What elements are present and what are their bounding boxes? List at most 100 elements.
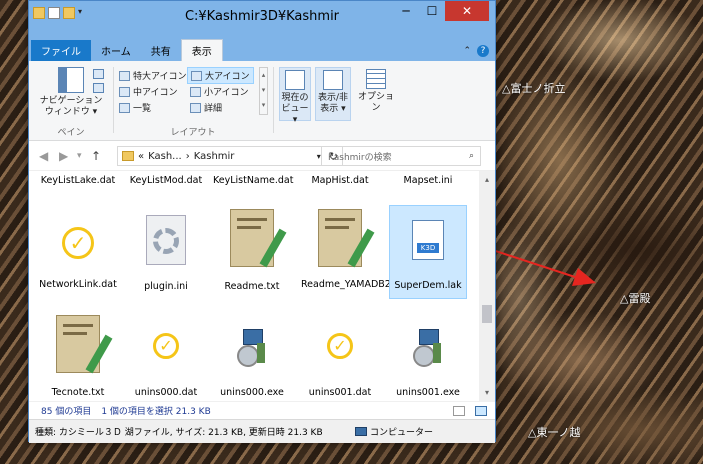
selected-info: 1 個の項目を選択 21.3 KB: [101, 407, 211, 417]
layout-list[interactable]: 一覧: [119, 101, 151, 114]
file-name: Readme.txt: [224, 281, 280, 292]
computer-label: コンピューター: [370, 428, 434, 438]
list-icon: [119, 102, 130, 113]
scroll-thumb[interactable]: [482, 305, 492, 323]
tab-file[interactable]: ファイル: [31, 40, 91, 61]
layout-scroll[interactable]: ▴ ▾ ▾: [259, 67, 268, 115]
preview-pane-icon[interactable]: [93, 69, 104, 79]
norton-check-icon: ✓: [327, 333, 353, 359]
text-document-icon: [318, 209, 375, 268]
file-item[interactable]: MapHist.dat: [301, 175, 379, 186]
text-document-icon: [56, 315, 113, 374]
norton-check-icon: ✓: [62, 227, 94, 259]
tab-home[interactable]: ホーム: [91, 40, 141, 61]
text-document-icon: [230, 209, 287, 268]
computer-icon: [355, 427, 367, 436]
show-hide-button[interactable]: 表示/非 表示 ▾: [315, 67, 351, 121]
navigation-pane-icon: [58, 67, 84, 93]
scroll-down-icon[interactable]: ▾: [479, 388, 495, 397]
file-name: SuperDem.lak: [394, 280, 462, 291]
file-list[interactable]: KeyListLake.dat KeyListMod.dat KeyListNa…: [29, 171, 481, 401]
file-item[interactable]: unins000.exe: [213, 311, 291, 401]
file-name: KeyListMod.dat: [129, 175, 203, 186]
explorer-window: ▾ C:¥Kashmir3D¥Kashmir ─ ☐ ✕ ファイル ホーム 共有…: [28, 0, 496, 443]
layout-extra-large[interactable]: 特大アイコン: [119, 69, 187, 82]
breadcrumb-chevrons: «: [138, 150, 145, 162]
search-placeholder: Kashmirの検索: [328, 152, 392, 163]
file-name: KeyListLake.dat: [40, 175, 116, 186]
file-item-selected[interactable]: K3D SuperDem.lak: [389, 205, 467, 299]
current-view-group: 現在の ビュー ▾ 表示/非 表示 ▾ オプション: [275, 61, 461, 141]
pane-group: ナビゲーション ウィンドウ ▾ ペイン: [29, 61, 113, 141]
help-icon[interactable]: ?: [477, 45, 489, 57]
settings-file-icon: [146, 215, 186, 265]
folder-icon: [122, 151, 134, 161]
extra-large-icons-icon: [119, 70, 130, 81]
file-name: KeyListName.dat: [213, 175, 294, 186]
file-item[interactable]: Tecnote.txt: [39, 311, 117, 401]
layout-large[interactable]: 大アイコン: [187, 67, 254, 84]
file-name: Tecnote.txt: [51, 387, 105, 398]
file-name: unins000.dat: [134, 387, 198, 398]
pane-group-label: ペイン: [57, 128, 85, 138]
title-bar[interactable]: ▾ C:¥Kashmir3D¥Kashmir ─ ☐ ✕: [29, 1, 495, 39]
file-item[interactable]: plugin.ini: [127, 205, 205, 305]
options-label: オプション: [357, 92, 394, 113]
file-item[interactable]: Readme.txt: [213, 205, 291, 305]
k3d-file-icon: K3D: [412, 220, 444, 260]
layout-small[interactable]: 小アイコン: [190, 85, 249, 98]
details-bar: 種類: カシミール３Ｄ 湖ファイル, サイズ: 21.3 KB, 更新日時 21…: [29, 419, 495, 443]
tab-share[interactable]: 共有: [141, 40, 181, 61]
file-item[interactable]: Readme_YAMADB25000.txt: [301, 205, 431, 305]
vertical-scrollbar[interactable]: ▴ ▾: [479, 171, 495, 401]
file-name: unins000.exe: [220, 387, 284, 398]
current-view-icon: [285, 70, 305, 90]
large-icons-icon: [191, 70, 202, 81]
show-hide-icon: [323, 70, 343, 90]
close-button[interactable]: ✕: [445, 1, 489, 21]
norton-check-icon: ✓: [153, 333, 179, 359]
file-item[interactable]: KeyListMod.dat: [127, 175, 205, 186]
tab-view[interactable]: 表示: [180, 39, 223, 61]
details-view-icon[interactable]: [453, 405, 465, 416]
breadcrumb-kashmir[interactable]: Kashmir: [194, 151, 235, 162]
search-input[interactable]: Kashmirの検索 ⌕: [321, 146, 481, 166]
options-button[interactable]: オプション: [355, 67, 397, 114]
layout-medium[interactable]: 中アイコン: [119, 85, 178, 98]
file-name: NetworkLink.dat: [39, 279, 117, 290]
installer-icon: [413, 329, 443, 367]
nav-pane-label-1: ナビゲーション: [39, 96, 103, 106]
file-item[interactable]: KeyListName.dat: [213, 175, 294, 199]
search-icon[interactable]: ⌕: [469, 151, 480, 161]
maximize-button[interactable]: ☐: [419, 1, 445, 21]
file-item[interactable]: KeyListLake.dat: [39, 175, 117, 199]
address-bar[interactable]: « Kash... › Kashmir ▾ ↻: [117, 146, 343, 166]
back-button[interactable]: ◀: [39, 149, 48, 163]
file-item[interactable]: ✓ unins001.dat: [301, 311, 379, 401]
file-item[interactable]: ✓ unins000.dat: [127, 311, 205, 401]
minimize-button[interactable]: ─: [393, 1, 419, 21]
ribbon-collapse-icon[interactable]: ⌃: [463, 46, 471, 56]
large-icons-view-icon[interactable]: [475, 405, 487, 416]
details-pane-icon[interactable]: [93, 83, 104, 93]
up-button[interactable]: ↑: [91, 149, 101, 163]
installer-icon: [237, 329, 267, 367]
file-item[interactable]: ✓ NetworkLink.dat: [39, 205, 117, 305]
file-item[interactable]: unins001.exe: [389, 311, 467, 401]
scroll-up-icon[interactable]: ▴: [479, 171, 495, 184]
current-view-button[interactable]: 現在の ビュー ▾: [279, 67, 311, 125]
options-icon: [366, 69, 386, 89]
file-name: Mapset.ini: [403, 175, 453, 186]
item-count: 85 個の項目: [41, 407, 92, 417]
address-bar-row: ◀ ▶ ▾ ↑ « Kash... › Kashmir ▾ ↻ Kashmirの…: [29, 141, 495, 171]
current-view-label-1: 現在の: [281, 93, 309, 103]
file-name: MapHist.dat: [311, 175, 369, 186]
recent-dropdown-icon[interactable]: ▾: [77, 151, 82, 161]
layout-details[interactable]: 詳細: [190, 101, 222, 114]
file-item[interactable]: Mapset.ini: [389, 175, 467, 186]
current-view-label-2: ビュー ▾: [281, 104, 309, 125]
breadcrumb-kash[interactable]: Kash...: [148, 151, 182, 162]
forward-button[interactable]: ▶: [59, 149, 68, 163]
small-icons-icon: [190, 86, 201, 97]
ribbon: ナビゲーション ウィンドウ ▾ ペイン 特大アイコン 大アイコン 中アイコン 小…: [29, 61, 495, 141]
